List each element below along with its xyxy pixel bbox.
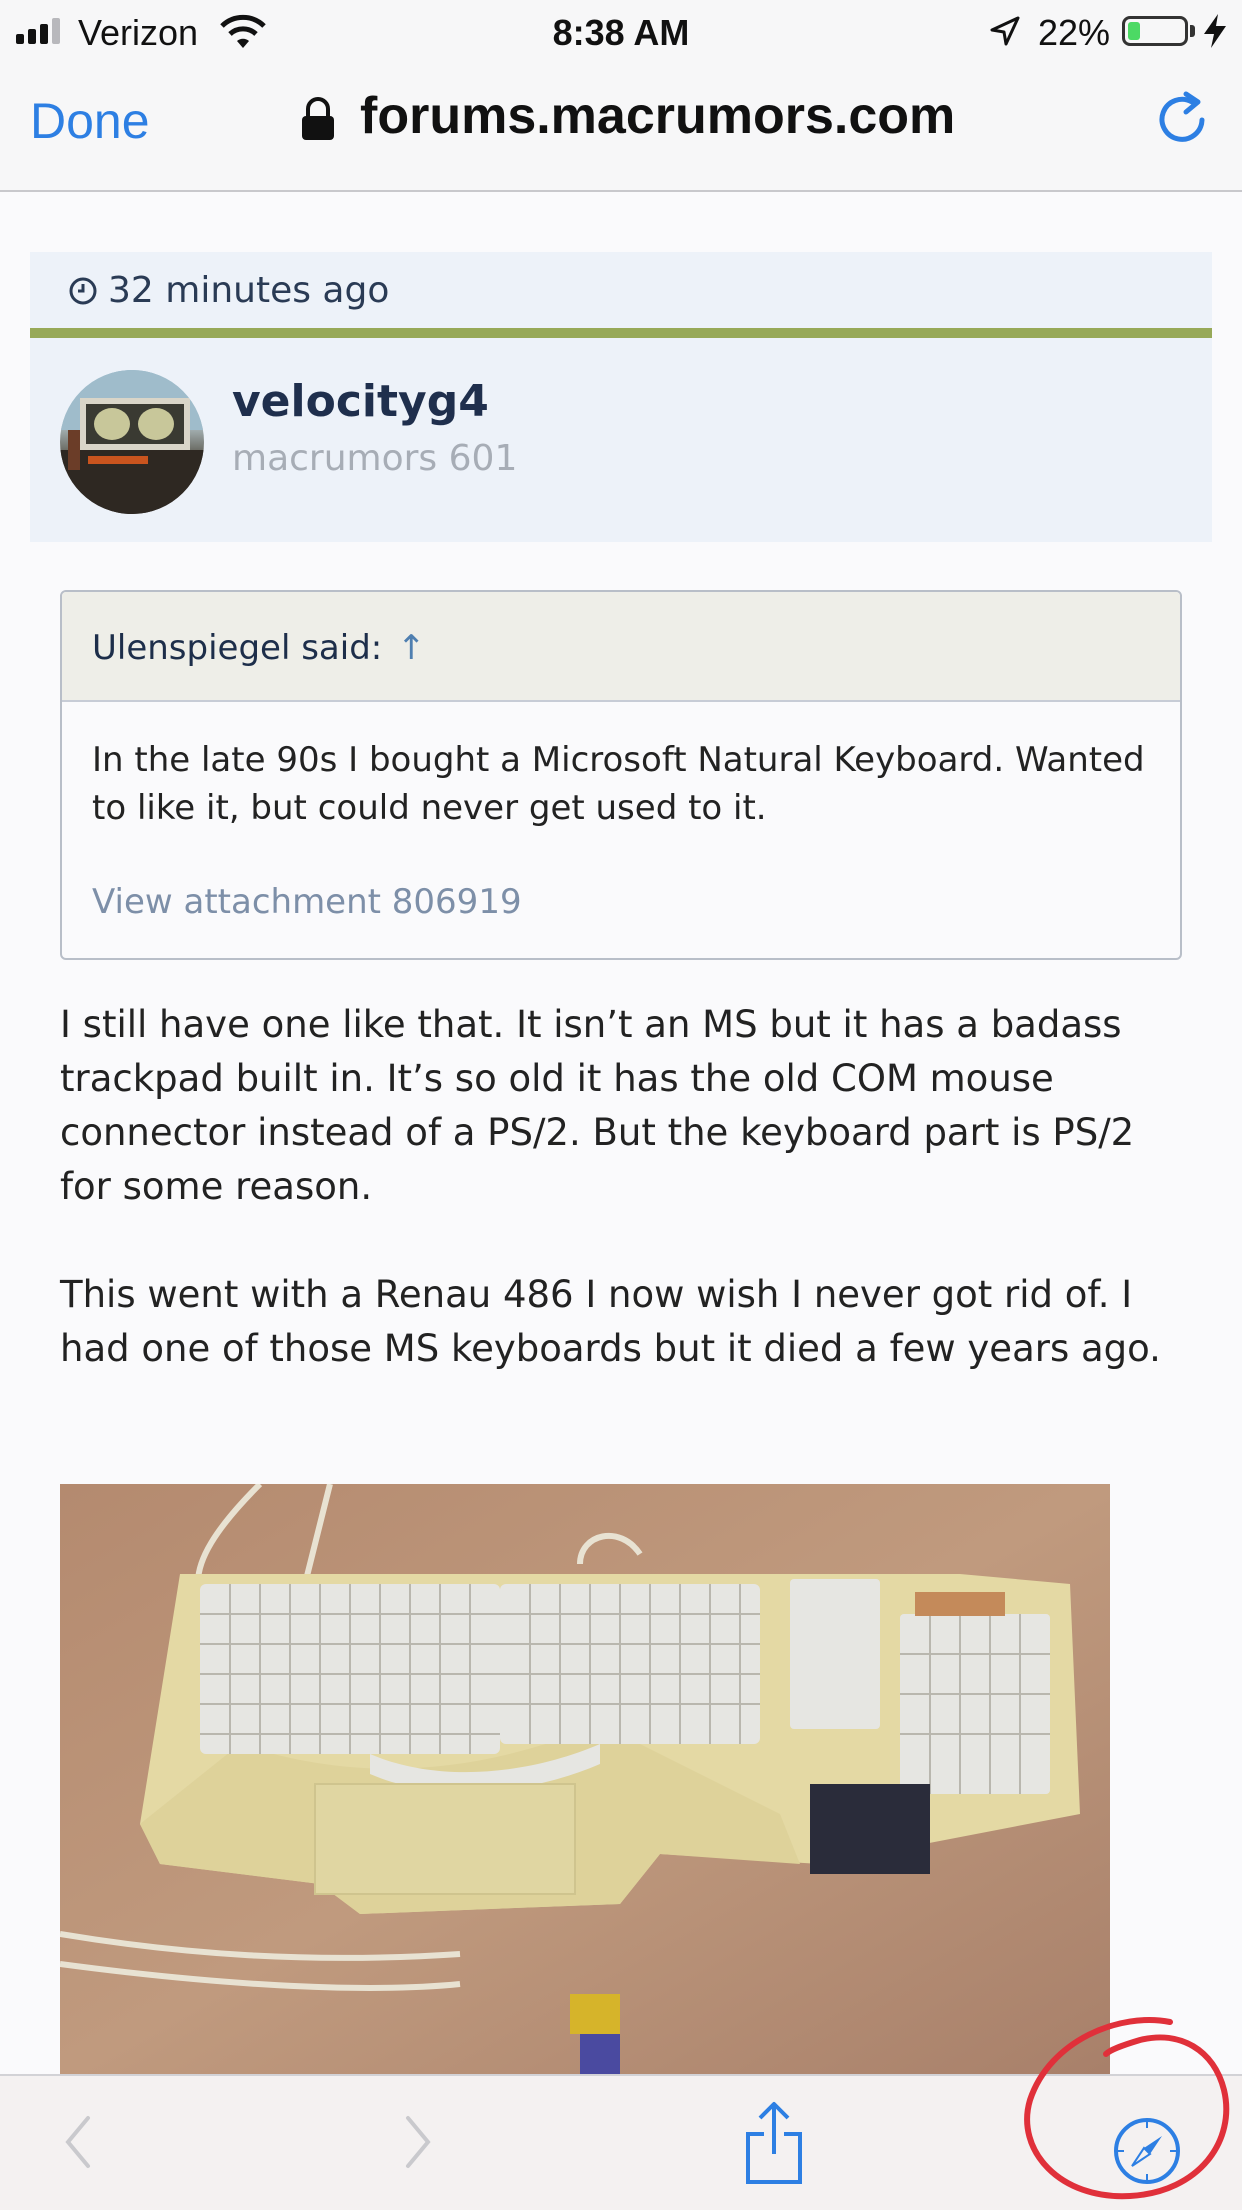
attached-keyboard-photo[interactable] [60,1484,1110,2074]
message-paragraph: This went with a Renau 486 I now wish I … [60,1273,1161,1370]
post-message: I still have one like that. It isn’t an … [60,998,1190,1430]
browser-nav-bar: Done forums.macrumors.com [0,62,1242,192]
page-content[interactable]: 32 minutes ago velocityg4 macrumors 601 … [0,192,1242,2074]
quote-jump-arrow-icon[interactable]: ↑ [397,628,426,668]
charging-bolt-icon [1204,14,1226,48]
message-paragraph: I still have one like that. It isn’t an … [60,1003,1135,1208]
post-timestamp[interactable]: 32 minutes ago [68,270,389,311]
battery-percent: 22% [1038,12,1111,53]
header-divider [30,328,1212,338]
battery-level-fill [1128,22,1140,40]
view-attachment-link[interactable]: View attachment 806919 [92,882,522,922]
clock-icon [69,277,97,305]
post-header: 32 minutes ago velocityg4 macrumors 601 [30,252,1212,542]
location-arrow-icon [990,16,1020,46]
username[interactable]: velocityg4 [232,376,489,427]
quote-author-label: Ulenspiegel said: [92,628,383,668]
safari-compass-icon[interactable] [1112,2116,1182,2186]
done-button[interactable]: Done [30,92,150,150]
quote-header: Ulenspiegel said: ↑ [62,592,1180,702]
forward-chevron-icon[interactable] [398,2112,438,2172]
share-icon[interactable] [744,2100,804,2186]
user-avatar[interactable] [60,370,204,514]
status-bar: Verizon 8:38 AM 22% [0,0,1242,62]
avatar-image [60,370,204,514]
keyboard-image [60,1484,1110,2074]
lock-icon [302,97,334,140]
url-display[interactable]: forums.macrumors.com [360,86,955,146]
reload-icon[interactable] [1156,90,1212,150]
post-time-label: 32 minutes ago [108,270,390,311]
user-title: macrumors 601 [232,438,518,479]
battery-nub [1190,25,1195,37]
quote-text: In the late 90s I bought a Microsoft Nat… [92,740,1145,828]
quote-block: Ulenspiegel said: ↑ In the late 90s I bo… [60,590,1182,960]
browser-toolbar [0,2074,1242,2210]
battery-icon [1122,16,1188,46]
quote-author: Ulenspiegel said: ↑ [92,628,426,668]
back-chevron-icon[interactable] [58,2112,98,2172]
